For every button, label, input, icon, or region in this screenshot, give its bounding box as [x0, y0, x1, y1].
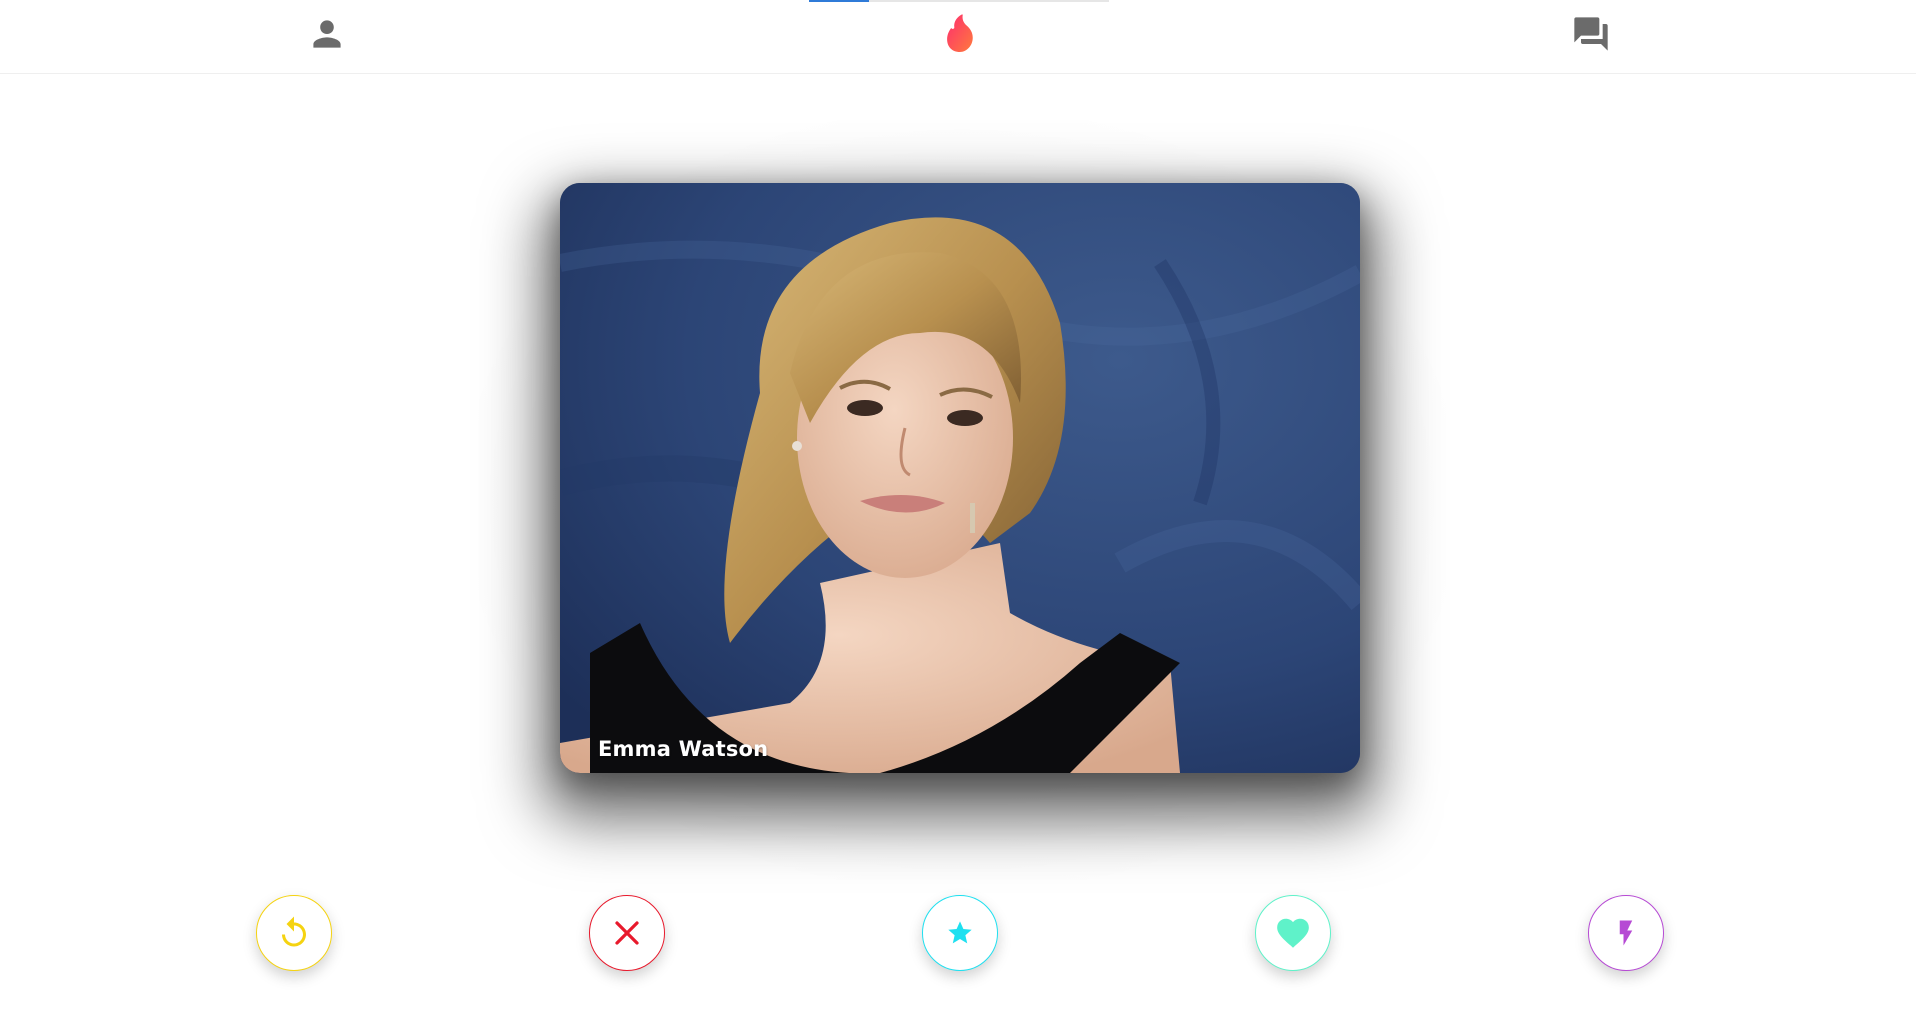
top-progress-fill	[809, 0, 869, 2]
super-like-button[interactable]	[922, 895, 998, 971]
profile-button[interactable]	[307, 14, 347, 54]
profile-card[interactable]: Emma Watson	[560, 183, 1360, 773]
app-header	[0, 0, 1916, 74]
star-icon	[948, 921, 972, 944]
boost-button[interactable]	[1588, 895, 1664, 971]
heart-icon	[1277, 918, 1309, 948]
chat-bubbles-icon	[1574, 17, 1608, 51]
profile-photo	[560, 183, 1360, 773]
top-progress-bar	[809, 0, 1109, 2]
nope-button[interactable]	[589, 895, 665, 971]
rewind-icon	[282, 916, 306, 947]
like-button[interactable]	[1255, 895, 1331, 971]
lightning-icon	[1619, 920, 1633, 946]
action-bar	[0, 895, 1916, 975]
close-icon	[615, 921, 639, 945]
person-icon	[313, 20, 341, 48]
messages-button[interactable]	[1571, 14, 1611, 54]
rewind-button[interactable]	[256, 895, 332, 971]
logo-button[interactable]	[940, 14, 980, 54]
card-name: Emma Watson	[598, 737, 769, 761]
flame-icon	[947, 14, 973, 52]
